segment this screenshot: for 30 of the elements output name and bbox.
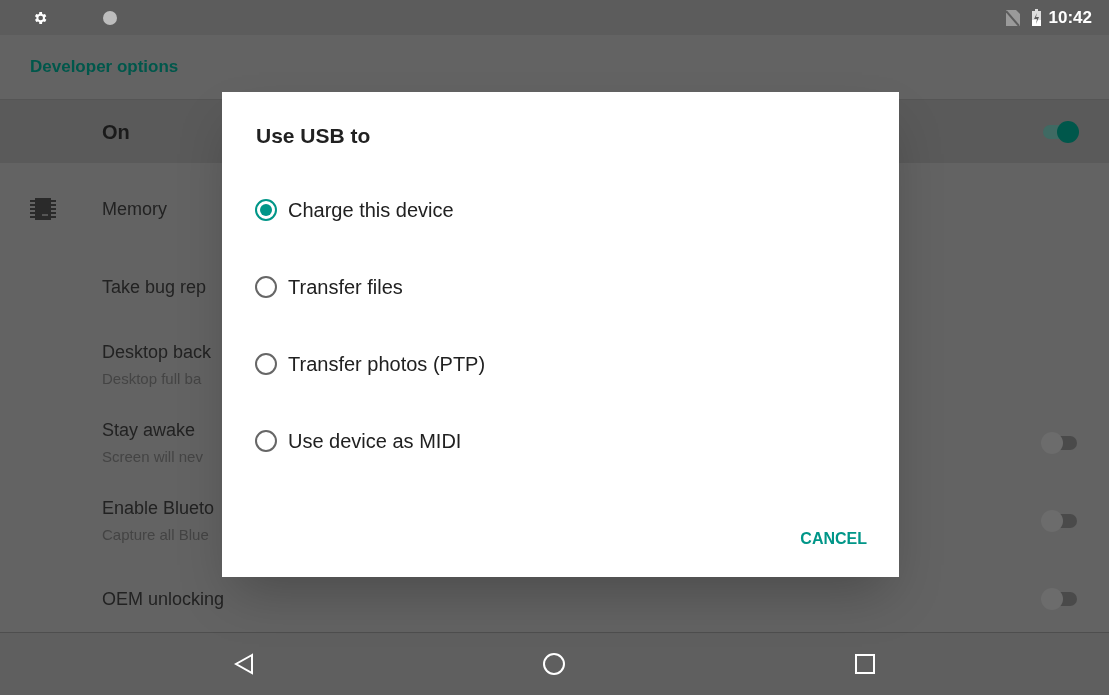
toggle-switch[interactable] (1041, 432, 1079, 454)
toggle-switch[interactable] (1041, 588, 1079, 610)
home-icon[interactable] (542, 652, 567, 676)
radio-option[interactable]: Transfer photos (PTP) (255, 349, 865, 378)
radio-button[interactable] (255, 198, 277, 221)
recents-icon[interactable] (854, 654, 875, 674)
master-switch-label: On (102, 119, 130, 145)
clock-time: 10:42 (1048, 6, 1092, 29)
toggle-switch[interactable] (1041, 120, 1079, 143)
radio-option[interactable]: Charge this device (255, 195, 865, 224)
radio-button[interactable] (255, 429, 277, 452)
radio-option[interactable]: Transfer files (255, 272, 865, 301)
radio-option[interactable]: Use device as MIDI (255, 426, 865, 455)
battery-charging-icon (1031, 9, 1041, 26)
memory-chip-icon (30, 198, 56, 220)
back-icon[interactable] (234, 653, 255, 675)
setting-title[interactable]: Memory (102, 195, 167, 223)
setting-title[interactable]: Enable Blueto (102, 495, 215, 523)
screen-title: Developer options (30, 56, 179, 79)
no-sim-icon (1005, 9, 1020, 26)
toggle-switch[interactable] (1041, 510, 1079, 532)
setting-title[interactable]: Stay awake (102, 417, 196, 445)
setting-title[interactable]: OEM unlocking (102, 585, 225, 613)
setting-title[interactable]: Desktop back (102, 339, 212, 367)
radio-button[interactable] (255, 352, 277, 375)
cancel-button[interactable]: CANCEL (798, 523, 869, 555)
setting-title[interactable]: Take bug rep (102, 273, 207, 301)
dialog-title: Use USB to (256, 123, 372, 149)
radio-button[interactable] (255, 275, 277, 298)
settings-icon (32, 9, 48, 26)
